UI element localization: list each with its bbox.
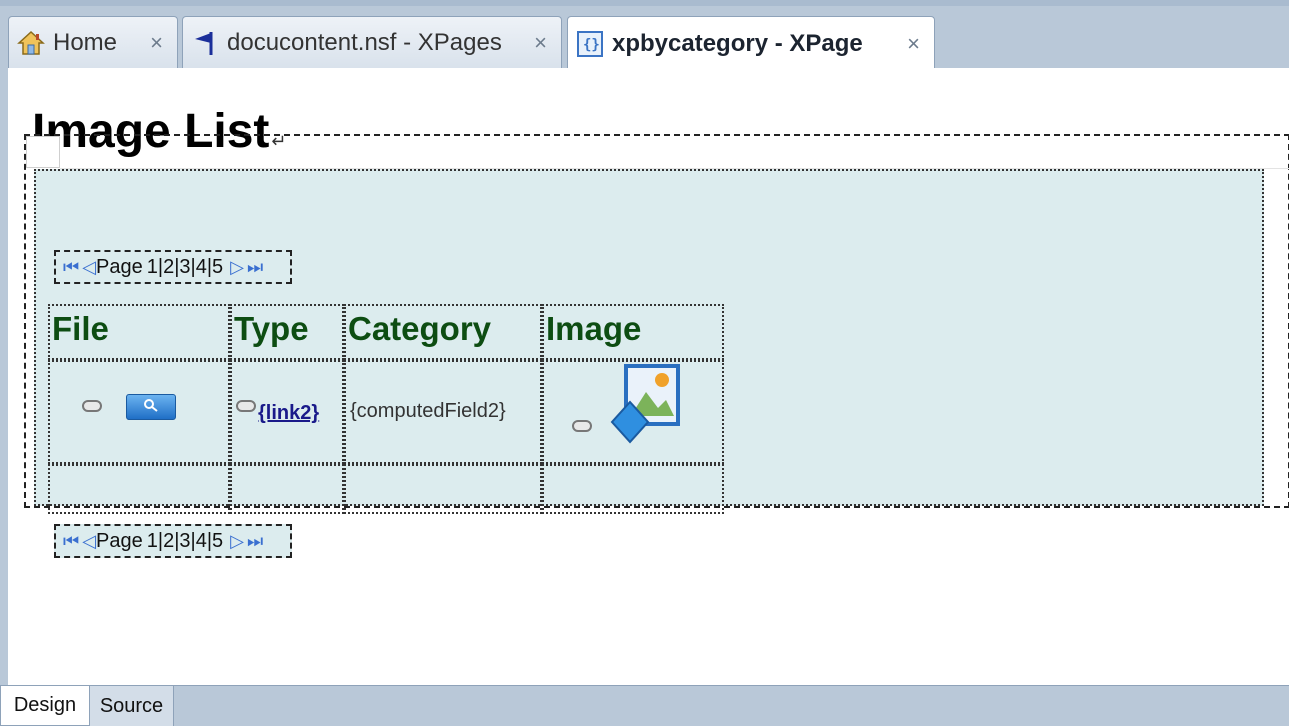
tab-source[interactable]: Source — [90, 686, 174, 726]
link-icon — [236, 400, 256, 412]
xpage-icon: {} — [576, 30, 604, 58]
link-icon — [572, 420, 592, 432]
tab-docucontent-xpages[interactable]: docucontent.nsf - XPages × — [182, 16, 562, 68]
table-empty-cell[interactable] — [48, 464, 230, 514]
header-type[interactable]: Type — [230, 304, 344, 360]
tab-design[interactable]: Design — [0, 686, 90, 726]
last-page-icon[interactable]: ⏭ — [247, 531, 263, 552]
pager-bottom[interactable]: ⏮ ◁ Page 1|2|3|4|5 ▷ ⏭ — [54, 524, 292, 558]
tab-xpbycategory-label: xpbycategory - XPage — [612, 29, 863, 57]
close-icon[interactable]: × — [907, 31, 920, 57]
table-empty-cell[interactable] — [344, 464, 542, 514]
flag-icon — [191, 29, 219, 57]
home-icon — [17, 29, 45, 57]
link-icon — [82, 400, 102, 412]
header-file[interactable]: File — [48, 304, 230, 360]
editor-tab-strip: Home × docucontent.nsf - XPages × {} xpb… — [0, 0, 1289, 70]
table-empty-cell[interactable] — [542, 464, 724, 514]
pager-pages[interactable]: 1|2|3|4|5 — [147, 530, 223, 553]
tab-docucontent-label: docucontent.nsf - XPages — [227, 28, 502, 56]
table-empty-cell[interactable] — [230, 464, 344, 514]
search-icon — [144, 399, 158, 412]
search-button[interactable] — [126, 394, 176, 420]
header-category[interactable]: Category — [344, 304, 542, 360]
cell-file[interactable] — [48, 360, 230, 464]
cell-image[interactable] — [542, 360, 724, 464]
tab-xpbycategory[interactable]: {} xpbycategory - XPage × — [567, 16, 935, 70]
svg-text:{}: {} — [583, 37, 600, 53]
view-table: File Type Category Image {link2} {comput… — [48, 236, 724, 514]
cell-type[interactable]: {link2} — [230, 360, 344, 464]
type-link[interactable]: {link2} — [258, 402, 319, 425]
cell-category[interactable]: {computedField2} — [344, 360, 542, 464]
image-placeholder-icon[interactable] — [608, 364, 682, 453]
first-page-icon[interactable]: ⏮ — [63, 531, 79, 552]
close-icon[interactable]: × — [150, 30, 163, 56]
panel-handle[interactable] — [26, 136, 60, 168]
editor-mode-tabs: Design Source — [0, 685, 1289, 726]
next-page-icon[interactable]: ▷ — [230, 531, 244, 552]
tab-strip-top-border — [0, 0, 1289, 6]
pager-label: Page — [96, 529, 143, 552]
tab-home[interactable]: Home × — [8, 16, 178, 68]
tab-home-label: Home — [53, 28, 118, 56]
category-computed-field[interactable]: {computedField2} — [350, 400, 506, 423]
header-image[interactable]: Image — [542, 304, 724, 360]
close-icon[interactable]: × — [534, 30, 547, 56]
previous-page-icon[interactable]: ◁ — [82, 531, 96, 552]
